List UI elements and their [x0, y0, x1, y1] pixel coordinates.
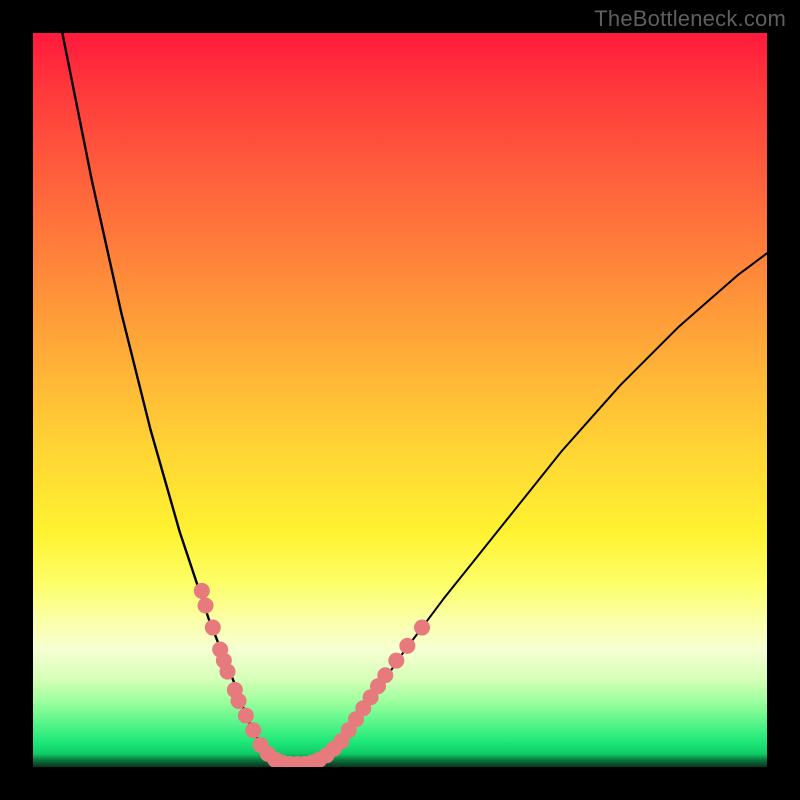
dots-floor	[253, 737, 335, 767]
curve-right	[327, 253, 767, 761]
chart-stage: TheBottleneck.com	[0, 0, 800, 800]
curve-svg	[33, 33, 767, 767]
dots-left	[194, 583, 261, 738]
plot-area	[33, 33, 767, 767]
dots-right	[326, 620, 430, 757]
watermark-text: TheBottleneck.com	[594, 6, 786, 32]
curve-left	[62, 33, 275, 763]
